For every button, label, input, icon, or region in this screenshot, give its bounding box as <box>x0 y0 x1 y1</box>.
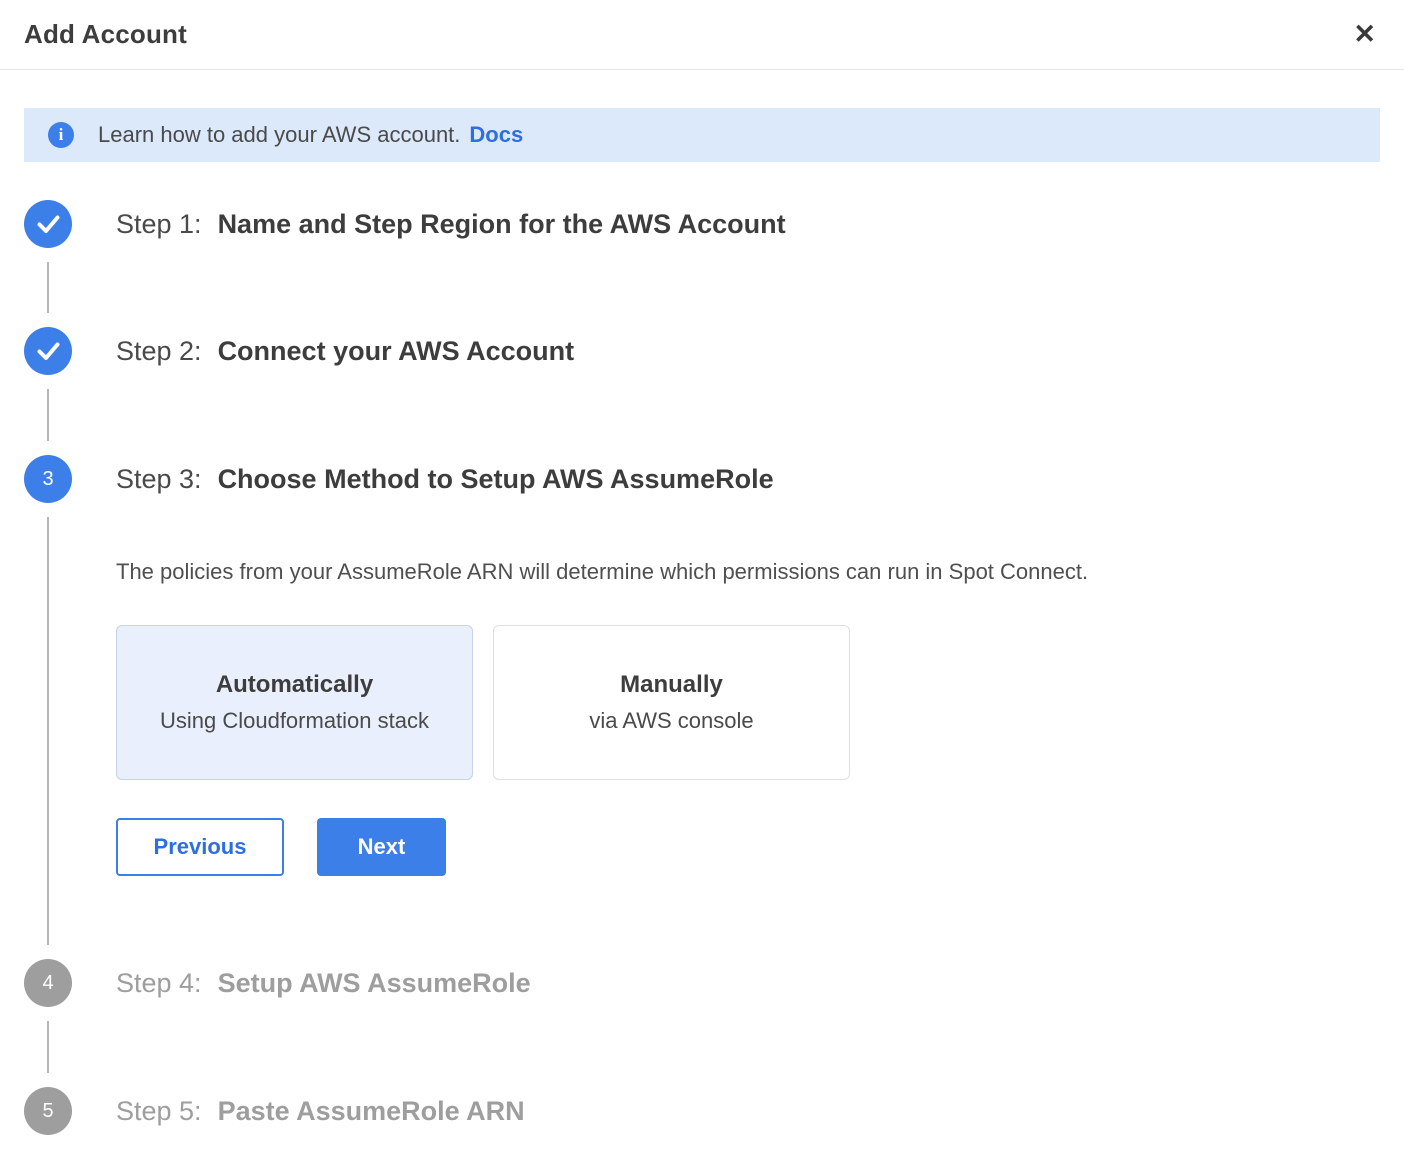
step-5-number-circle: 5 <box>24 1087 72 1135</box>
next-button[interactable]: Next <box>317 818 446 876</box>
info-icon: i <box>48 122 74 148</box>
step-4-title: Setup AWS AssumeRole <box>218 968 531 999</box>
docs-link[interactable]: Docs <box>469 122 523 148</box>
step-2: Step 2: Connect your AWS Account <box>24 327 1380 455</box>
check-icon <box>37 342 60 360</box>
check-icon <box>37 215 60 233</box>
step-4-rail: 4 <box>24 959 72 1087</box>
option-title: Manually <box>620 671 723 699</box>
option-card-automatically[interactable]: Automatically Using Cloudformation stack <box>116 625 473 780</box>
step-3-title: Choose Method to Setup AWS AssumeRole <box>218 464 774 495</box>
step-1-title: Name and Step Region for the AWS Account <box>218 209 786 240</box>
step-4-label: Step 4: <box>116 968 202 999</box>
step-1-done-circle <box>24 200 72 248</box>
step-2-done-circle <box>24 327 72 375</box>
step-4-number-circle: 4 <box>24 959 72 1007</box>
step-5-rail: 5 <box>24 1087 72 1135</box>
step-connector <box>47 517 49 945</box>
step-connector <box>47 389 49 441</box>
step-5-title: Paste AssumeRole ARN <box>218 1096 525 1127</box>
step-3-buttons: Previous Next <box>116 818 1380 876</box>
step-1-rail <box>24 200 72 327</box>
step-3-number-circle: 3 <box>24 455 72 503</box>
step-3-rail: 3 <box>24 455 72 959</box>
step-4: 4 Step 4: Setup AWS AssumeRole <box>24 959 1380 1087</box>
step-2-rail <box>24 327 72 455</box>
step-1-label: Step 1: <box>116 209 202 240</box>
step-1: Step 1: Name and Step Region for the AWS… <box>24 200 1380 327</box>
modal-header: Add Account ✕ <box>0 0 1404 70</box>
method-options: Automatically Using Cloudformation stack… <box>116 625 1380 780</box>
step-3-label: Step 3: <box>116 464 202 495</box>
option-subtitle: via AWS console <box>589 708 753 734</box>
previous-button[interactable]: Previous <box>116 818 284 876</box>
step-5-label: Step 5: <box>116 1096 202 1127</box>
step-connector <box>47 262 49 313</box>
info-banner: i Learn how to add your AWS account. Doc… <box>24 108 1380 162</box>
close-icon[interactable]: ✕ <box>1349 17 1380 52</box>
modal-title: Add Account <box>24 19 187 50</box>
step-3-description: The policies from your AssumeRole ARN wi… <box>116 557 1380 587</box>
option-subtitle: Using Cloudformation stack <box>160 708 429 734</box>
option-card-manually[interactable]: Manually via AWS console <box>493 625 850 780</box>
step-3: 3 Step 3: Choose Method to Setup AWS Ass… <box>24 455 1380 959</box>
option-title: Automatically <box>216 671 373 699</box>
stepper: Step 1: Name and Step Region for the AWS… <box>0 162 1404 1159</box>
step-connector <box>47 1021 49 1073</box>
step-2-title: Connect your AWS Account <box>218 336 575 367</box>
banner-text: Learn how to add your AWS account. <box>98 122 460 148</box>
step-5: 5 Step 5: Paste AssumeRole ARN <box>24 1087 1380 1135</box>
step-2-label: Step 2: <box>116 336 202 367</box>
